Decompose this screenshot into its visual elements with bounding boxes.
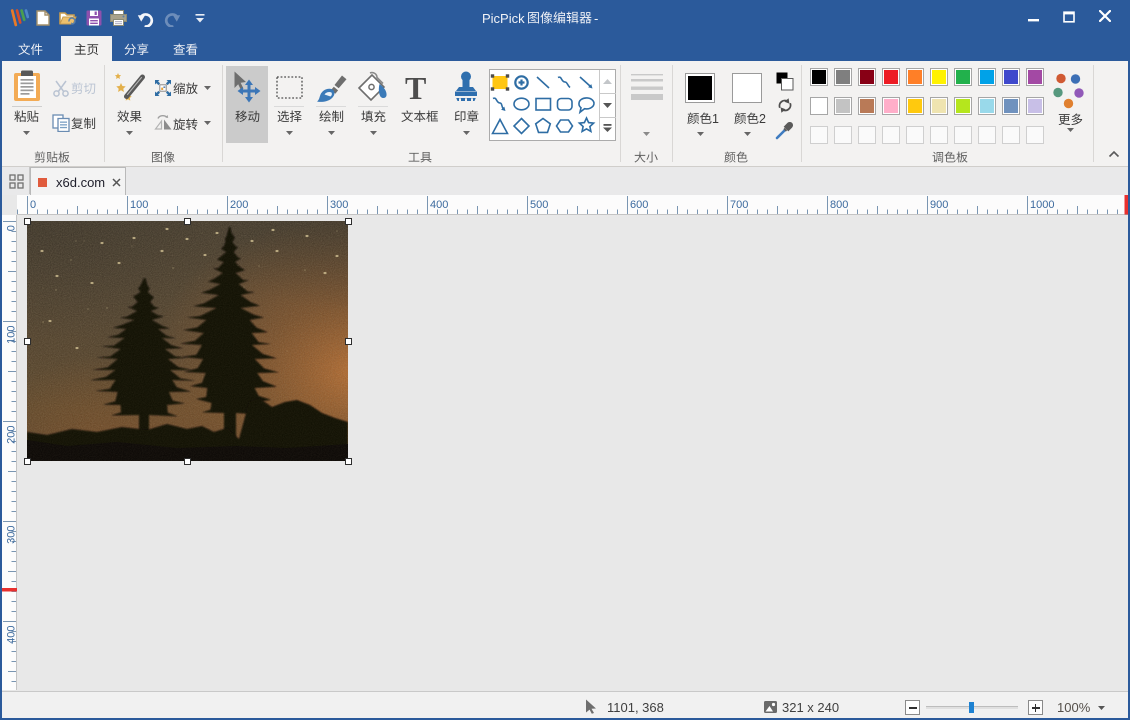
svg-text:300: 300 [6, 526, 18, 544]
svg-text:200: 200 [6, 426, 18, 444]
svg-text:200: 200 [230, 199, 248, 211]
svg-text:500: 500 [530, 199, 548, 211]
svg-text:600: 600 [630, 199, 648, 211]
svg-text:900: 900 [930, 199, 948, 211]
svg-text:0: 0 [6, 225, 18, 231]
svg-text:400: 400 [430, 199, 448, 211]
svg-text:400: 400 [6, 626, 18, 644]
svg-text:100: 100 [6, 326, 18, 344]
svg-text:700: 700 [730, 199, 748, 211]
svg-text:0: 0 [30, 199, 36, 211]
svg-text:1000: 1000 [1030, 199, 1054, 211]
svg-text:800: 800 [830, 199, 848, 211]
svg-text:100: 100 [130, 199, 148, 211]
svg-text:300: 300 [330, 199, 348, 211]
